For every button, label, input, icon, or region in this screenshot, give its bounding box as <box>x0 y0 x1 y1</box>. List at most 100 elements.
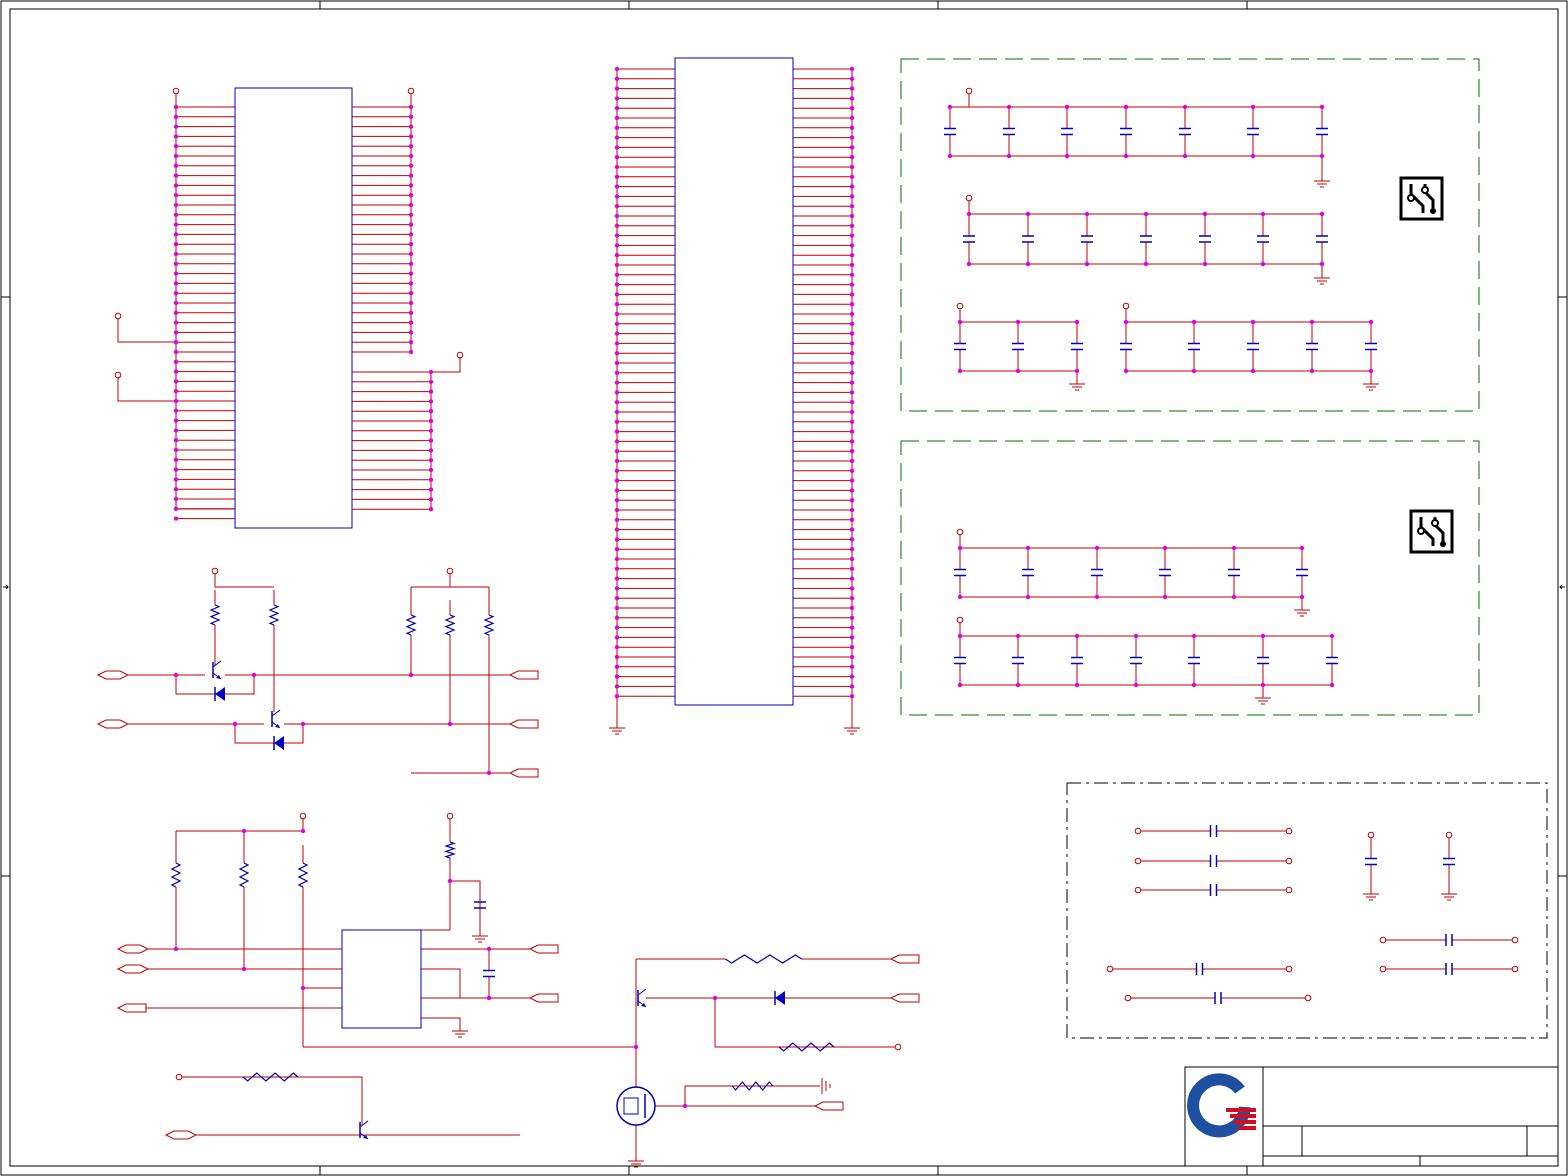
capacitor[interactable] <box>1316 235 1328 243</box>
signal-connector[interactable] <box>508 670 539 680</box>
power-port[interactable] <box>1285 965 1293 973</box>
power-port[interactable] <box>1122 302 1130 310</box>
power-port[interactable] <box>1285 886 1293 894</box>
power-port[interactable] <box>1511 965 1519 973</box>
signal-connector[interactable] <box>508 768 539 778</box>
capacitor[interactable] <box>1120 342 1132 351</box>
power-port[interactable] <box>1367 831 1375 839</box>
power-port[interactable] <box>1511 936 1519 944</box>
capacitor[interactable] <box>954 568 966 577</box>
capacitor[interactable] <box>1257 656 1269 665</box>
power-port[interactable] <box>172 87 180 95</box>
capacitor[interactable] <box>1365 857 1377 866</box>
power-port[interactable] <box>965 194 973 202</box>
capacitor[interactable] <box>1443 857 1455 866</box>
signal-connector[interactable] <box>813 1101 844 1111</box>
power-port[interactable] <box>956 616 964 624</box>
resistor[interactable] <box>444 841 456 859</box>
power-port[interactable] <box>446 812 454 820</box>
capacitor[interactable] <box>1003 127 1015 136</box>
signal-connector[interactable] <box>889 993 920 1003</box>
capacitor[interactable] <box>1199 235 1211 243</box>
capacitor[interactable] <box>1247 127 1259 136</box>
resistor[interactable] <box>209 604 221 626</box>
capacitor[interactable] <box>1247 342 1259 351</box>
resistor[interactable] <box>444 614 456 636</box>
resistor[interactable] <box>268 604 280 626</box>
capacitor[interactable] <box>1445 934 1453 946</box>
power-port[interactable] <box>407 87 415 95</box>
capacitor[interactable] <box>1195 963 1204 975</box>
capacitor[interactable] <box>1257 235 1269 243</box>
capacitor[interactable] <box>1296 568 1308 577</box>
capacitor[interactable] <box>1140 235 1152 243</box>
resistor[interactable] <box>170 862 182 888</box>
power-port[interactable] <box>894 1043 902 1051</box>
capacitor[interactable] <box>1326 656 1338 665</box>
power-port[interactable] <box>299 812 307 820</box>
signal-connector[interactable] <box>508 719 539 729</box>
signal-connector[interactable] <box>528 993 559 1003</box>
power-port[interactable] <box>965 87 973 95</box>
ic-u2[interactable] <box>674 57 794 706</box>
power-port[interactable] <box>114 312 122 320</box>
power-port[interactable] <box>1445 831 1453 839</box>
capacitor[interactable] <box>1209 884 1218 896</box>
capacitor[interactable] <box>1179 127 1191 136</box>
transistor[interactable] <box>271 709 281 729</box>
power-port[interactable] <box>1379 965 1387 973</box>
resistor[interactable] <box>297 862 309 888</box>
capacitor[interactable] <box>1061 127 1073 136</box>
capacitor[interactable] <box>1209 855 1218 867</box>
resistor[interactable] <box>483 614 495 636</box>
ic-u1[interactable] <box>234 87 353 529</box>
power-port[interactable] <box>175 1073 183 1081</box>
capacitor[interactable] <box>1188 656 1200 665</box>
diode[interactable] <box>214 687 225 701</box>
capacitor[interactable] <box>954 342 966 351</box>
capacitor[interactable] <box>954 656 966 665</box>
power-port[interactable] <box>1134 827 1142 835</box>
capacitor[interactable] <box>483 969 495 978</box>
signal-connector[interactable] <box>116 964 150 974</box>
power-port[interactable] <box>114 371 122 379</box>
capacitor[interactable] <box>944 127 956 136</box>
power-port[interactable] <box>1285 857 1293 865</box>
mosfet[interactable] <box>616 1086 656 1126</box>
signal-connector[interactable] <box>889 954 920 964</box>
capacitor[interactable] <box>1159 568 1171 577</box>
signal-connector[interactable] <box>528 944 559 954</box>
power-port[interactable] <box>1379 936 1387 944</box>
power-port[interactable] <box>456 351 464 359</box>
power-port[interactable] <box>1134 857 1142 865</box>
capacitor[interactable] <box>1022 235 1034 243</box>
resistor[interactable] <box>731 1081 774 1091</box>
power-port[interactable] <box>1124 994 1132 1002</box>
zener-diode[interactable] <box>774 991 785 1005</box>
signal-connector[interactable] <box>96 670 130 680</box>
capacitor[interactable] <box>1071 656 1083 665</box>
capacitor[interactable] <box>1130 656 1142 665</box>
power-port[interactable] <box>1106 965 1114 973</box>
ic-u3[interactable] <box>341 929 422 1029</box>
capacitor[interactable] <box>1022 568 1034 577</box>
capacitor[interactable] <box>1120 127 1132 136</box>
power-port[interactable] <box>446 567 454 575</box>
signal-connector[interactable] <box>164 1130 198 1140</box>
capacitor[interactable] <box>1316 127 1328 136</box>
signal-connector[interactable] <box>96 719 130 729</box>
power-port[interactable] <box>1304 994 1312 1002</box>
capacitor[interactable] <box>1081 235 1093 243</box>
power-port[interactable] <box>1285 827 1293 835</box>
power-port[interactable] <box>956 528 964 536</box>
capacitor[interactable] <box>1012 656 1024 665</box>
capacitor[interactable] <box>1209 825 1218 837</box>
resistor[interactable] <box>405 614 417 636</box>
power-port[interactable] <box>1134 886 1142 894</box>
diode[interactable] <box>273 736 284 750</box>
capacitor[interactable] <box>1012 342 1024 351</box>
power-port[interactable] <box>956 302 964 310</box>
signal-connector[interactable] <box>116 1003 147 1013</box>
resistor[interactable] <box>238 862 250 888</box>
power-port[interactable] <box>211 567 219 575</box>
